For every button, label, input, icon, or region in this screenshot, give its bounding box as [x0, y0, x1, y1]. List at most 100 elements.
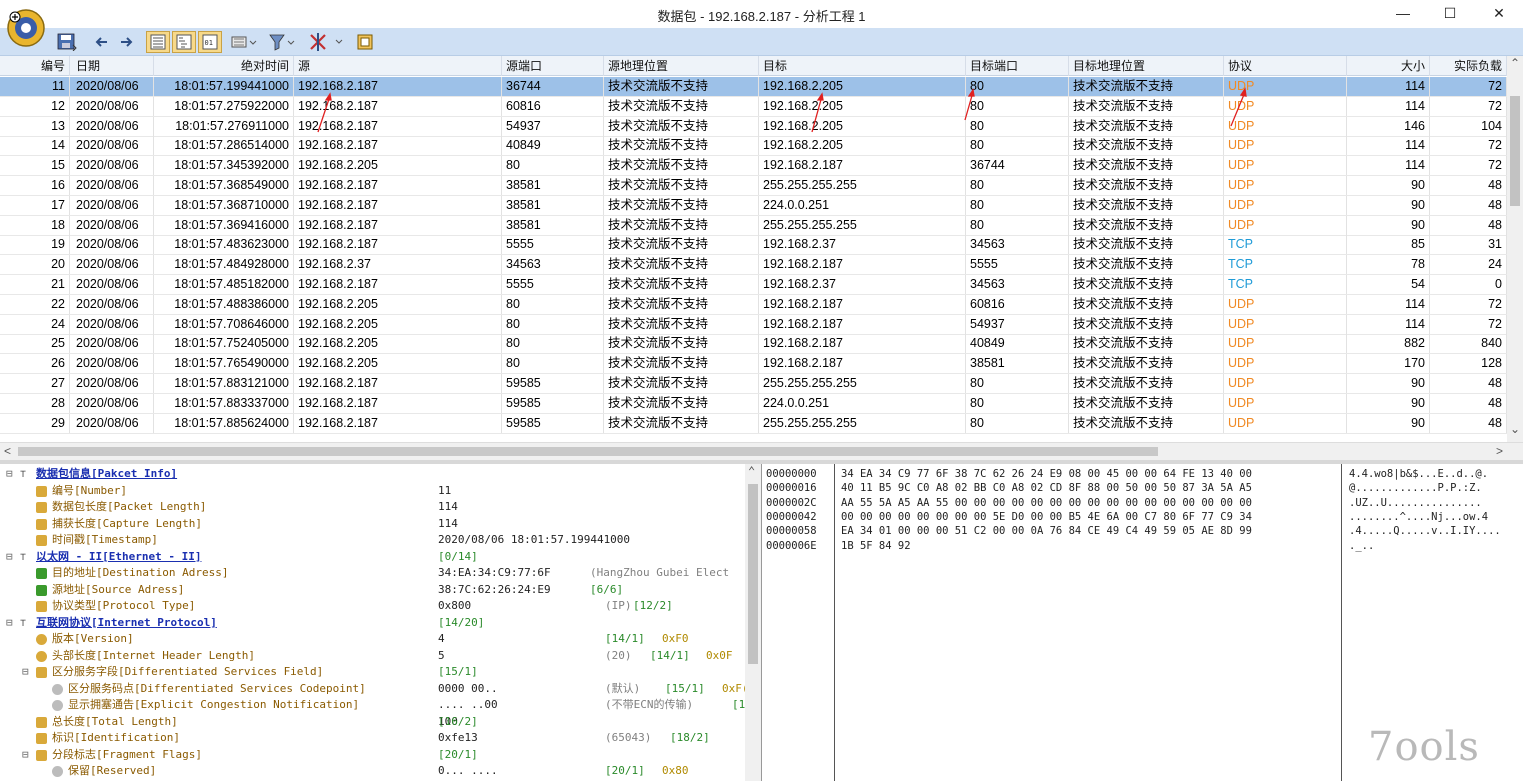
- export-icon[interactable]: [352, 31, 378, 53]
- minimize-button[interactable]: —: [1380, 0, 1426, 26]
- scroll-down-icon[interactable]: ⌄: [1510, 422, 1520, 436]
- cell-dst: 192.168.2.37: [759, 275, 966, 294]
- cell-size: 90: [1347, 393, 1430, 413]
- cell-sgeo: 技术交流版不支持: [604, 255, 759, 275]
- view-detail-icon[interactable]: [172, 31, 196, 53]
- table-row[interactable]: 28 2020/08/06 18:01:57.883337000 192.168.2.…: [0, 393, 1507, 414]
- hex-ascii: .UZ..U...............: [1349, 496, 1482, 509]
- collapse-toggle-icon[interactable]: ⊟: [6, 549, 13, 566]
- cell-size: 90: [1347, 413, 1430, 433]
- close-button[interactable]: ✕: [1476, 0, 1522, 26]
- table-row[interactable]: 15 2020/08/06 18:01:57.345392000 192.168.2.…: [0, 156, 1507, 177]
- field-icon: [36, 518, 47, 530]
- field-icon: [36, 667, 47, 678]
- tree-node[interactable]: 编号[Number] 11: [0, 483, 745, 500]
- tree-section[interactable]: ⊟ ⊤ 互联网协议[Internet Protocol] [14/20]: [0, 615, 745, 632]
- packet-list-horizontal-scrollbar[interactable]: < >: [0, 442, 1523, 460]
- cell-size: 882: [1347, 334, 1430, 354]
- tree-node[interactable]: 数据包长度[Packet Length] 114: [0, 499, 745, 516]
- cell-no: 21: [0, 275, 70, 294]
- tree-node[interactable]: ⊟ 分段标志[Fragment Flags] [20/1]: [0, 747, 745, 764]
- tools-icon[interactable]: [306, 31, 346, 53]
- cell-size: 90: [1347, 195, 1430, 215]
- scroll-right-icon[interactable]: >: [1496, 444, 1503, 458]
- maximize-button[interactable]: ☐: [1427, 0, 1473, 26]
- tree-label: 显示拥塞通告[Explicit Congestion Notification]: [68, 698, 360, 711]
- cell-sport: 5555: [502, 275, 604, 294]
- tree-value: 0000 00..: [438, 681, 498, 695]
- table-row[interactable]: 26 2020/08/06 18:01:57.765490000 192.168.2.…: [0, 354, 1507, 375]
- scrollbar-thumb[interactable]: [748, 484, 758, 664]
- tree-label: 区分服务字段[Differentiated Services Field]: [52, 665, 324, 678]
- cell-payload: 48: [1430, 195, 1507, 215]
- table-row[interactable]: 20 2020/08/06 18:01:57.484928000 192.168.2.…: [0, 255, 1507, 276]
- hex-offset: 00000000: [766, 468, 817, 480]
- tree-node[interactable]: 目的地址[Destination Adress] 34:EA:34:C9:77:6…: [0, 565, 745, 582]
- tree-node[interactable]: 标识[Identification] 0xfe13 (65043) [18/2]: [0, 730, 745, 747]
- tree-node[interactable]: 总长度[Total Length] 100 [16/2]: [0, 714, 745, 731]
- cell-proto: UDP: [1224, 314, 1347, 334]
- table-row[interactable]: 24 2020/08/06 18:01:57.708646000 192.168.2.…: [0, 314, 1507, 335]
- field-icon: [52, 683, 63, 695]
- back-icon[interactable]: [92, 31, 112, 53]
- scrollbar-thumb[interactable]: [18, 447, 1158, 456]
- tree-node[interactable]: ⊟ 区分服务字段[Differentiated Services Field] [1…: [0, 664, 745, 681]
- cell-dst: 224.0.0.251: [759, 195, 966, 215]
- scroll-left-icon[interactable]: <: [4, 444, 11, 458]
- tree-value: 11: [438, 483, 452, 497]
- tree-vertical-scrollbar[interactable]: ⌃: [745, 464, 761, 781]
- tree-node[interactable]: 保留[Reserved] 0... .... [20/1] 0x80: [0, 763, 745, 780]
- tree-section[interactable]: ⊟ ⊤ 数据包信息[Pakcet Info]: [0, 466, 745, 483]
- tree-node[interactable]: 显示拥塞通告[Explicit Congestion Notification]…: [0, 697, 745, 714]
- tree-mask: 0x80: [662, 764, 689, 777]
- tree-node[interactable]: 捕获长度[Capture Length] 114: [0, 516, 745, 533]
- tree-node[interactable]: 时间戳[Timestamp] 2020/08/06 18:01:57.199441…: [0, 532, 745, 549]
- tree-section[interactable]: ⊟ ⊤ 以太网 - II[Ethernet - II] [0/14]: [0, 549, 745, 566]
- filter-icon[interactable]: [228, 31, 260, 53]
- tree-label: 区分服务码点[Differentiated Services Codepoint…: [68, 681, 366, 695]
- cell-dport: 80: [966, 393, 1069, 413]
- table-row[interactable]: 27 2020/08/06 18:01:57.883121000 192.168.2.…: [0, 374, 1507, 394]
- tree-node[interactable]: 头部长度[Internet Header Length] 5 (20) [14/1] 0…: [0, 648, 745, 665]
- cell-dgeo: 技术交流版不支持: [1069, 275, 1224, 294]
- tree-node[interactable]: 区分服务码点[Differentiated Services Codepoint…: [0, 681, 749, 698]
- cell-size: 78: [1347, 255, 1430, 275]
- collapse-toggle-icon[interactable]: ⊟: [22, 664, 29, 681]
- table-row[interactable]: 22 2020/08/06 18:01:57.488386000 192.168.2.…: [0, 294, 1507, 315]
- table-row[interactable]: 29 2020/08/06 18:01:57.885624000 192.168.2.…: [0, 413, 1507, 434]
- cell-sport: 59585: [502, 413, 604, 433]
- tree-node[interactable]: 版本[Version] 4 [14/1] 0xF0: [0, 631, 745, 648]
- table-row[interactable]: 25 2020/08/06 18:01:57.752405000 192.168.2.…: [0, 334, 1507, 355]
- collapse-toggle-icon[interactable]: ⊟: [6, 615, 13, 632]
- field-icon: [36, 733, 47, 744]
- cell-time: 18:01:57.368710000: [154, 195, 294, 215]
- cell-dport: 80: [966, 413, 1069, 433]
- view-hex-icon[interactable]: 01: [198, 31, 222, 53]
- app-logo-icon[interactable]: [6, 8, 46, 48]
- scroll-up-icon[interactable]: ⌃: [748, 464, 755, 478]
- cell-proto: TCP: [1224, 255, 1347, 275]
- cell-date: 2020/08/06: [72, 413, 154, 433]
- table-row[interactable]: 21 2020/08/06 18:01:57.485182000 192.168.2.…: [0, 275, 1507, 295]
- collapse-toggle-icon[interactable]: ⊟: [6, 466, 13, 483]
- table-row[interactable]: 19 2020/08/06 18:01:57.483623000 192.168.2.…: [0, 235, 1507, 256]
- cell-dport: 80: [966, 215, 1069, 235]
- funnel-icon[interactable]: [266, 31, 298, 53]
- tree-node[interactable]: 协议类型[Protocol Type] 0x800 (IP) [12/2]: [0, 598, 745, 615]
- table-row[interactable]: 18 2020/08/06 18:01:57.369416000 192.168.2.…: [0, 215, 1507, 236]
- forward-icon[interactable]: [116, 31, 136, 53]
- tree-offset: [15/1]: [438, 665, 478, 678]
- table-row[interactable]: 16 2020/08/06 18:01:57.368549000 192.168.2.…: [0, 176, 1507, 196]
- cell-time: 18:01:57.885624000: [154, 413, 294, 433]
- save-icon[interactable]: [54, 31, 80, 53]
- cell-src: 192.168.2.205: [294, 354, 502, 374]
- cell-sgeo: 技术交流版不支持: [604, 393, 759, 413]
- tree-node[interactable]: 源地址[Source Adress] 38:7C:62:26:24:E9 [6/6]: [0, 582, 745, 599]
- cell-dst: 224.0.0.251: [759, 393, 966, 413]
- hex-bytes: 00 00 00 00 00 00 00 00 5E D0 00 00 B5 4…: [841, 510, 1252, 523]
- view-list-icon[interactable]: [146, 31, 170, 53]
- table-row[interactable]: 17 2020/08/06 18:01:57.368710000 192.168.2.…: [0, 195, 1507, 216]
- cell-no: 28: [0, 393, 70, 413]
- cell-src: 192.168.2.187: [294, 195, 502, 215]
- collapse-toggle-icon[interactable]: ⊟: [22, 747, 29, 764]
